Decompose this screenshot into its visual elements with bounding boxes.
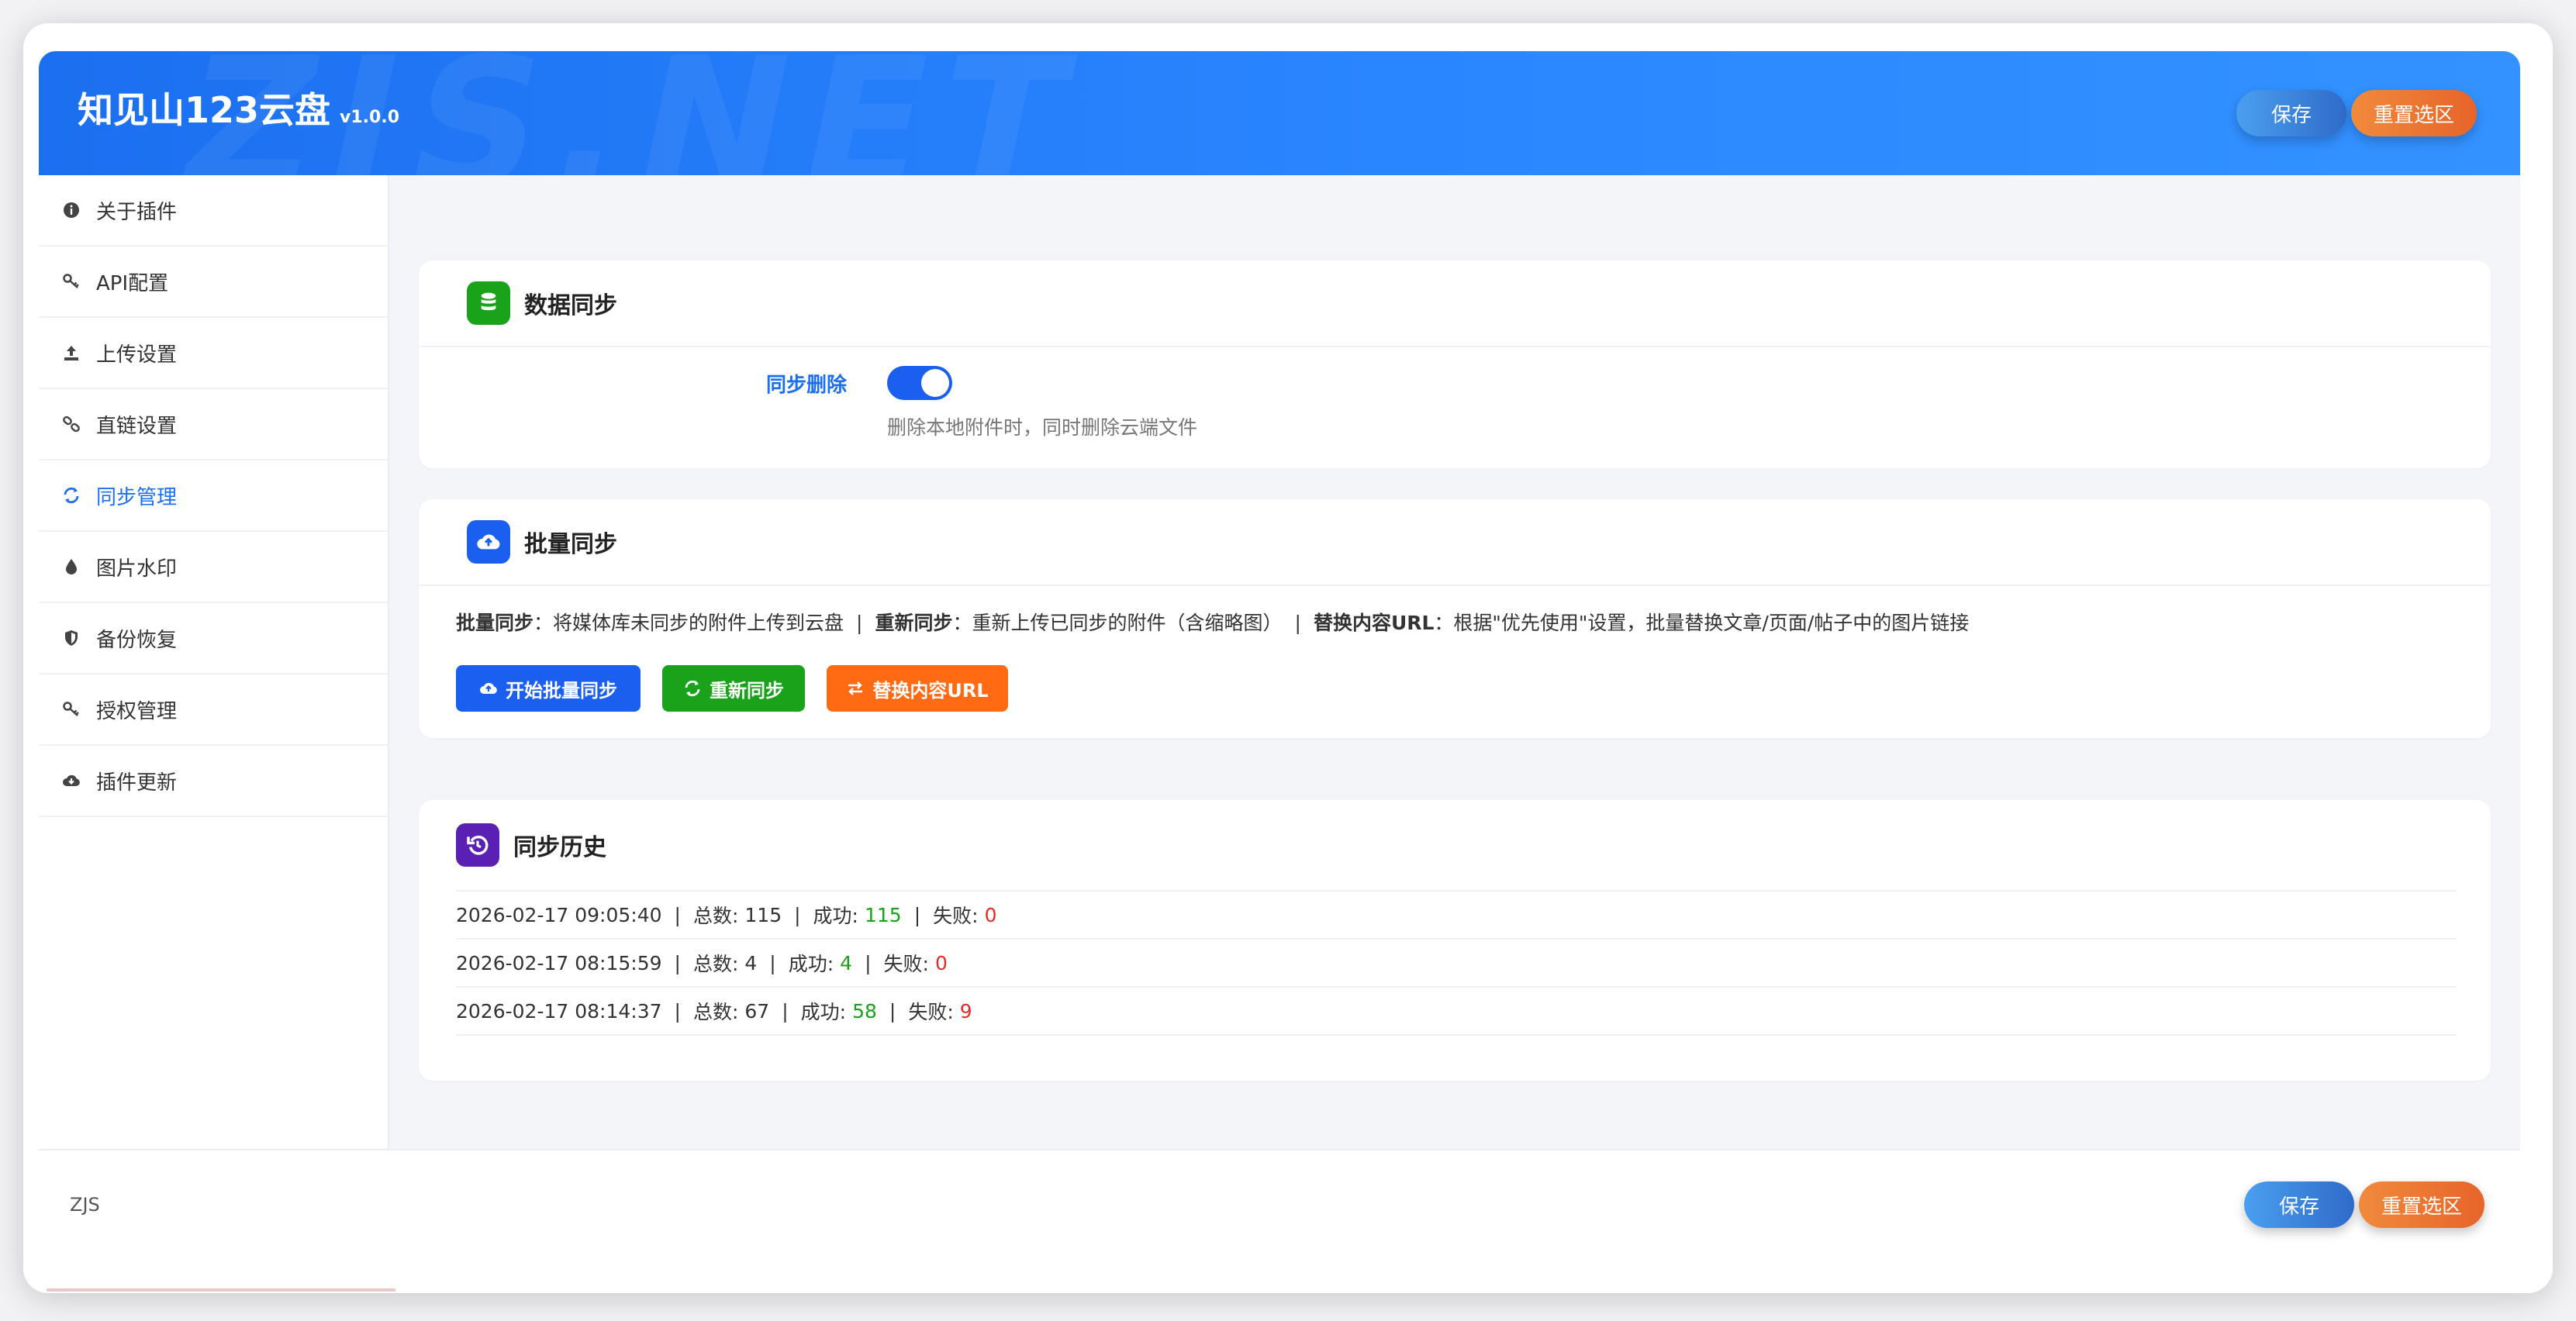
sidebar-item-label: 授权管理 xyxy=(96,699,178,723)
sidebar-item-label: 关于插件 xyxy=(96,200,178,224)
footer-bar: ZJS 保存 重置选区 xyxy=(39,1149,2520,1261)
footer-brand: ZJS xyxy=(70,1194,100,1216)
data-sync-header: 数据同步 xyxy=(419,260,2491,347)
key-icon xyxy=(62,700,81,719)
key-icon xyxy=(62,272,81,291)
history-total-label: 总数: xyxy=(692,905,739,927)
shield-icon xyxy=(62,629,81,647)
history-time: 2026-02-17 09:05:40 xyxy=(456,903,662,926)
history-fail-label: 失败: xyxy=(883,953,929,975)
history-success-label: 成功: xyxy=(788,953,834,975)
replace-url-label: 替换内容URL xyxy=(872,679,989,702)
sync-history-title: 同步历史 xyxy=(513,834,606,861)
desc-replace-text: ：根据"优先使用"设置，批量替换文章/页面/帖子中的图片链接 xyxy=(1434,612,1970,634)
start-batch-sync-label: 开始批量同步 xyxy=(506,679,617,702)
sidebar-item-sync[interactable]: 同步管理 xyxy=(39,460,388,532)
batch-sync-title: 批量同步 xyxy=(524,531,617,558)
resync-label: 重新同步 xyxy=(710,679,784,702)
sidebar-item-label: 插件更新 xyxy=(96,771,178,795)
sidebar-item-watermark[interactable]: 图片水印 xyxy=(39,532,388,603)
exchange-icon xyxy=(848,681,863,695)
history-fail-label: 失败: xyxy=(908,1001,954,1023)
history-total: 115 xyxy=(744,903,782,926)
sidebar-item-about[interactable]: 关于插件 xyxy=(39,175,388,247)
history-success-label: 成功: xyxy=(800,1001,847,1023)
desc-batch-title: 批量同步 xyxy=(456,612,534,634)
cloud-upload-icon xyxy=(480,682,497,695)
history-total-label: 总数: xyxy=(692,1001,739,1023)
replace-url-button[interactable]: 替换内容URL xyxy=(827,665,1008,712)
cloud-upload-icon xyxy=(467,520,510,564)
app-version: v1.0.0 xyxy=(340,108,400,127)
drop-icon xyxy=(62,557,81,576)
sidebar-item-upload[interactable]: 上传设置 xyxy=(39,318,388,389)
batch-sync-header: 批量同步 xyxy=(419,499,2491,586)
sync-icon xyxy=(62,486,81,505)
history-row: 2026-02-17 08:15:59 | 总数: 4 | 成功: 4 | 失败: 0 xyxy=(456,940,2457,988)
link-icon xyxy=(62,415,81,433)
sidebar-item-link[interactable]: 直链设置 xyxy=(39,389,388,460)
history-total: 67 xyxy=(744,999,770,1023)
batch-sync-description: 批量同步：将媒体库未同步的附件上传到云盘 | 重新同步：重新上传已同步的附件（含缩略… xyxy=(456,612,1970,634)
app-title: 知见山123云盘 v1.0.0 xyxy=(78,82,399,133)
history-row: 2026-02-17 08:14:37 | 总数: 67 | 成功: 58 | 失败:… xyxy=(456,988,2457,1036)
data-sync-panel: 数据同步 同步删除 删除本地附件时，同时删除云端文件 xyxy=(419,260,2491,468)
history-total-label: 总数: xyxy=(692,953,739,975)
history-fail: 0 xyxy=(934,951,948,974)
data-sync-title: 数据同步 xyxy=(524,292,617,319)
sidebar-item-api[interactable]: API配置 xyxy=(39,247,388,318)
sync-delete-toggle[interactable] xyxy=(887,366,952,400)
sync-delete-hint: 删除本地附件时，同时删除云端文件 xyxy=(887,416,1198,439)
desc-resync-title: 重新同步 xyxy=(875,612,953,634)
history-time: 2026-02-17 08:14:37 xyxy=(456,999,662,1023)
start-batch-sync-button[interactable]: 开始批量同步 xyxy=(456,665,641,712)
resync-button[interactable]: 重新同步 xyxy=(662,665,805,712)
info-icon xyxy=(62,201,81,219)
sidebar-nav: 关于插件 API配置 上传设置 直链设置 同步管理 图片水印 备份恢复 授权管理… xyxy=(39,175,389,1149)
desc-resync-text: ：重新上传已同步的附件（含缩略图） xyxy=(952,612,1283,634)
history-success: 58 xyxy=(852,999,877,1023)
cloud-download-icon xyxy=(62,771,81,790)
history-fail: 0 xyxy=(984,903,997,926)
sync-history-panel: 同步历史 2026-02-17 09:05:40 | 总数: 115 | 成功: 1… xyxy=(419,800,2491,1081)
sync-delete-label: 同步删除 xyxy=(766,374,848,397)
history-success: 115 xyxy=(864,903,902,926)
sidebar-item-backup[interactable]: 备份恢复 xyxy=(39,603,388,674)
sidebar-item-label: 图片水印 xyxy=(96,557,178,581)
history-time: 2026-02-17 08:15:59 xyxy=(456,951,662,974)
plugin-settings-card: ZJS.NET 知见山123云盘 v1.0.0 保存 重置选区 关于插件 API… xyxy=(39,51,2520,1261)
sync-icon xyxy=(685,680,700,697)
sync-history-header: 同步历史 xyxy=(456,800,2457,892)
sidebar-item-label: 同步管理 xyxy=(96,485,178,509)
history-success: 4 xyxy=(840,951,853,974)
upload-icon xyxy=(62,343,81,362)
history-fail: 9 xyxy=(959,999,972,1023)
sidebar-item-label: 上传设置 xyxy=(96,343,178,367)
footer-reset-button[interactable]: 重置选区 xyxy=(2359,1181,2484,1228)
sidebar-item-label: 直链设置 xyxy=(96,414,178,438)
history-fail-label: 失败: xyxy=(933,905,979,927)
database-icon xyxy=(467,281,510,325)
header-save-button[interactable]: 保存 xyxy=(2236,90,2346,136)
footer-save-button[interactable]: 保存 xyxy=(2244,1181,2354,1228)
sidebar-item-license[interactable]: 授权管理 xyxy=(39,674,388,746)
sidebar-item-label: API配置 xyxy=(96,271,169,295)
desc-replace-title: 替换内容URL xyxy=(1313,612,1435,634)
desc-batch-text: ：将媒体库未同步的附件上传到云盘 xyxy=(534,612,844,634)
window-frame: ZJS.NET 知见山123云盘 v1.0.0 保存 重置选区 关于插件 API… xyxy=(23,23,2553,1293)
header-bar: ZJS.NET 知见山123云盘 v1.0.0 保存 重置选区 xyxy=(39,51,2520,175)
batch-sync-panel: 批量同步 批量同步：将媒体库未同步的附件上传到云盘 | 重新同步：重新上传已同步的附… xyxy=(419,499,2491,738)
history-success-label: 成功: xyxy=(813,905,858,927)
toggle-knob xyxy=(921,369,949,397)
history-icon xyxy=(456,823,499,867)
app-name: 知见山123云盘 xyxy=(78,89,331,131)
sidebar-item-update[interactable]: 插件更新 xyxy=(39,746,388,817)
history-total: 4 xyxy=(744,951,758,974)
history-row: 2026-02-17 09:05:40 | 总数: 115 | 成功: 115 | 失… xyxy=(456,892,2457,940)
header-reset-button[interactable]: 重置选区 xyxy=(2351,90,2477,136)
sidebar-item-label: 备份恢复 xyxy=(96,628,178,652)
window-underline xyxy=(47,1288,395,1292)
